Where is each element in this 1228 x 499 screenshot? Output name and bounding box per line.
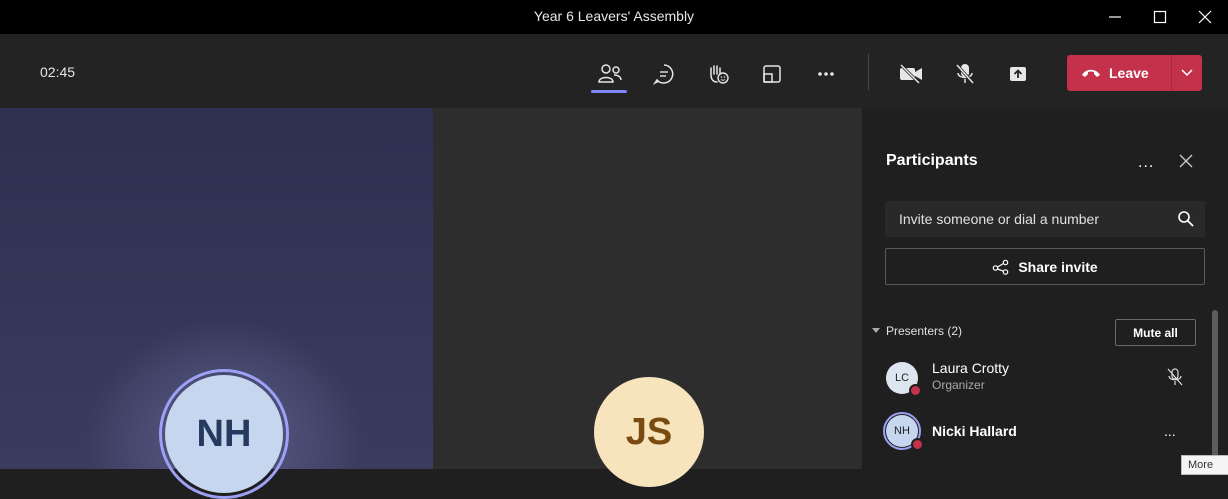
- avatar-initials: NH: [894, 425, 910, 437]
- participant-more-button[interactable]: ...: [1164, 423, 1176, 439]
- section-label: Presenters (2): [886, 324, 963, 338]
- share-invite-button[interactable]: Share invite: [885, 248, 1205, 285]
- leave-options-button[interactable]: [1172, 55, 1202, 91]
- leave-button[interactable]: Leave: [1067, 55, 1171, 91]
- avatar: NH: [165, 375, 283, 493]
- participant-name: Laura Crotty: [932, 360, 1010, 376]
- caret-down-icon: [872, 328, 880, 333]
- maximize-icon: [1153, 10, 1166, 24]
- share-link-icon: [993, 259, 1009, 275]
- minimize-icon: [1108, 16, 1121, 18]
- show-chat-button[interactable]: [646, 56, 682, 92]
- close-window-button[interactable]: [1182, 0, 1227, 34]
- share-icon: [1010, 67, 1026, 81]
- share-content-button[interactable]: [1000, 56, 1036, 92]
- status-dot: [909, 384, 922, 397]
- toolbar-divider: [868, 54, 869, 90]
- avatar-initials: LC: [894, 372, 910, 384]
- close-icon: [1198, 10, 1211, 24]
- mic-off-icon: [955, 64, 975, 84]
- avatar: JS: [594, 377, 704, 487]
- share-invite-label: Share invite: [1018, 258, 1098, 275]
- leave-label: Leave: [1109, 65, 1149, 81]
- active-tab-indicator: [591, 90, 627, 93]
- window-title: Year 6 Leavers' Assembly: [533, 8, 695, 24]
- rooms-icon: [763, 65, 781, 83]
- more-actions-button[interactable]: [808, 56, 844, 92]
- raise-hand-icon: [710, 65, 729, 84]
- leave-button-group: Leave: [1067, 55, 1202, 91]
- presenters-section-toggle[interactable]: Presenters (2): [872, 324, 962, 338]
- video-tile-js[interactable]: JS: [433, 108, 862, 487]
- mic-toggle-button[interactable]: [947, 56, 983, 92]
- search-icon: [1178, 211, 1194, 227]
- panel-more-button[interactable]: ...: [1138, 154, 1154, 172]
- close-icon: [1179, 154, 1193, 168]
- raise-hand-button[interactable]: [700, 56, 736, 92]
- avatar-initials: JS: [625, 410, 673, 453]
- camera-off-icon: [899, 63, 922, 85]
- chat-icon: [652, 64, 674, 85]
- participants-panel: Participants ... Invite someone or dial …: [862, 108, 1228, 469]
- search-placeholder: Invite someone or dial a number: [899, 211, 1099, 227]
- meeting-toolbar: 02:45 Leave: [0, 34, 1228, 108]
- participant-role: Organizer: [932, 378, 985, 392]
- phone-hangup-icon: [1082, 69, 1100, 77]
- breakout-rooms-button[interactable]: [754, 56, 790, 92]
- participant-name: Nicki Hallard: [932, 423, 1017, 439]
- maximize-button[interactable]: [1137, 0, 1182, 34]
- invite-search-input[interactable]: Invite someone or dial a number: [885, 201, 1205, 237]
- participant-row[interactable]: NH Nicki Hallard ...: [883, 412, 1186, 453]
- avatar-initials: NH: [196, 412, 252, 455]
- participant-row[interactable]: LC Laura Crotty Organizer: [886, 360, 1186, 400]
- panel-scrollbar[interactable]: [1212, 310, 1218, 469]
- camera-toggle-button[interactable]: [893, 56, 929, 92]
- video-tile-nh[interactable]: NH: [0, 108, 433, 499]
- more-icon: [818, 72, 834, 76]
- meeting-timer: 02:45: [40, 64, 76, 80]
- people-icon: [598, 64, 622, 83]
- tooltip: More: [1181, 455, 1228, 475]
- minimize-button[interactable]: [1092, 0, 1137, 34]
- status-dot: [911, 438, 924, 451]
- mute-all-button[interactable]: Mute all: [1115, 319, 1196, 346]
- show-participants-button[interactable]: [592, 56, 628, 92]
- mic-off-icon: [1167, 368, 1183, 386]
- chevron-down-icon: [1181, 69, 1193, 77]
- panel-close-button[interactable]: [1178, 153, 1198, 173]
- panel-title: Participants: [886, 152, 978, 169]
- title-bar: Year 6 Leavers' Assembly: [0, 0, 1228, 34]
